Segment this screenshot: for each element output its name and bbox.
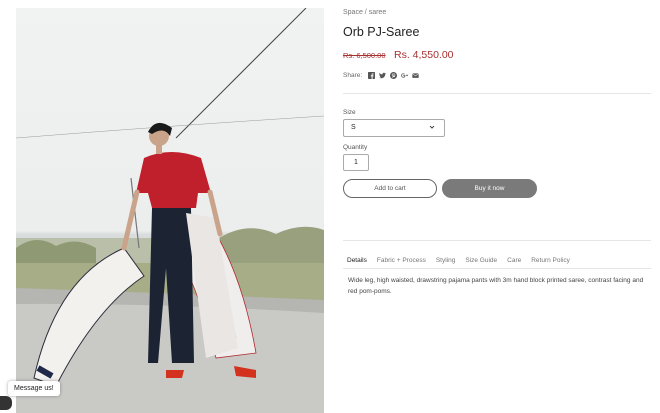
tab-size-guide[interactable]: Size Guide xyxy=(461,255,501,269)
tab-styling[interactable]: Styling xyxy=(432,255,460,269)
size-selected-value: S xyxy=(351,124,356,131)
add-to-cart-button[interactable]: Add to cart xyxy=(343,179,437,198)
size-select[interactable]: S xyxy=(343,119,445,137)
product-image[interactable] xyxy=(16,8,324,413)
facebook-icon[interactable] xyxy=(367,71,375,79)
breadcrumb-parent[interactable]: Space xyxy=(343,9,363,16)
quantity-input[interactable]: 1 xyxy=(343,154,369,171)
product-photo-illustration xyxy=(16,8,324,413)
compare-at-price: Rs. 6,500.00 xyxy=(343,51,386,60)
tab-care[interactable]: Care xyxy=(503,255,525,269)
tab-underline xyxy=(343,268,651,269)
price-block: Rs. 6,500.00 Rs. 4,550.00 xyxy=(343,45,454,63)
breadcrumb-current[interactable]: saree xyxy=(369,9,387,16)
quantity-label: Quantity xyxy=(343,144,368,151)
chat-launcher-icon[interactable] xyxy=(0,396,12,410)
product-tabs: Details Fabric + Process Styling Size Gu… xyxy=(343,255,576,269)
pinterest-icon[interactable] xyxy=(389,71,397,79)
size-label: Size xyxy=(343,109,356,116)
breadcrumb: Space / saree xyxy=(343,9,386,16)
chevron-down-icon xyxy=(429,125,435,129)
twitter-icon[interactable] xyxy=(378,71,386,79)
tab-fabric-process[interactable]: Fabric + Process xyxy=(373,255,430,269)
divider xyxy=(343,240,651,241)
divider xyxy=(343,93,651,94)
email-icon[interactable] xyxy=(411,71,419,79)
product-title: Orb PJ-Saree xyxy=(343,25,420,39)
sale-price: Rs. 4,550.00 xyxy=(393,49,454,61)
details-text: Wide leg, high waisted, drawstring pajam… xyxy=(348,277,644,295)
share-row: Share: xyxy=(343,71,422,79)
share-label: Share: xyxy=(343,71,363,79)
tab-details[interactable]: Details xyxy=(343,255,371,269)
message-us-button[interactable]: Message us! xyxy=(8,381,60,396)
google-plus-icon[interactable] xyxy=(400,71,408,79)
buy-now-button[interactable]: Buy it now xyxy=(442,179,537,198)
tab-return-policy[interactable]: Return Policy xyxy=(527,255,574,269)
